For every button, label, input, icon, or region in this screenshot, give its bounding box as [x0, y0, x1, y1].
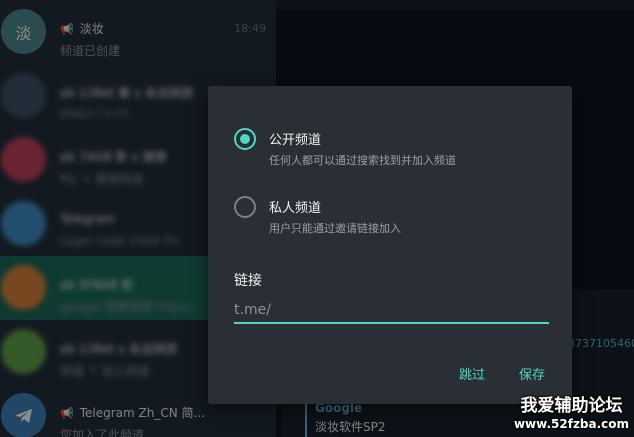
- radio-dot: [240, 134, 250, 144]
- watermark-title: 我爱辅助论坛: [520, 396, 623, 416]
- private-channel-label: 私人频道: [269, 201, 322, 216]
- skip-button[interactable]: 跳过: [459, 364, 485, 383]
- channel-type-dialog: 公开频道 任何人都可以通过搜索找到并加入频道 私人频道 用户只能通过邀请链接加入…: [208, 86, 572, 404]
- radio-selected-icon[interactable]: [234, 128, 256, 150]
- private-channel-option[interactable]: 私人频道 用户只能通过邀请链接加入: [234, 194, 554, 238]
- watermark-url: www.52fzba.com: [513, 417, 630, 431]
- public-channel-option[interactable]: 公开频道 任何人都可以通过搜索找到并加入频道: [234, 126, 554, 170]
- public-channel-description: 任何人都可以通过搜索找到并加入频道: [269, 154, 456, 167]
- watermark: 我爱辅助论坛 www.52fzba.com: [509, 389, 634, 437]
- radio-unselected-icon[interactable]: [234, 196, 256, 218]
- link-label: 链接: [234, 273, 262, 289]
- public-channel-label: 公开频道: [269, 133, 322, 148]
- private-channel-description: 用户只能通过邀请链接加入: [269, 222, 401, 235]
- link-input[interactable]: [234, 294, 549, 324]
- save-button[interactable]: 保存: [519, 364, 545, 383]
